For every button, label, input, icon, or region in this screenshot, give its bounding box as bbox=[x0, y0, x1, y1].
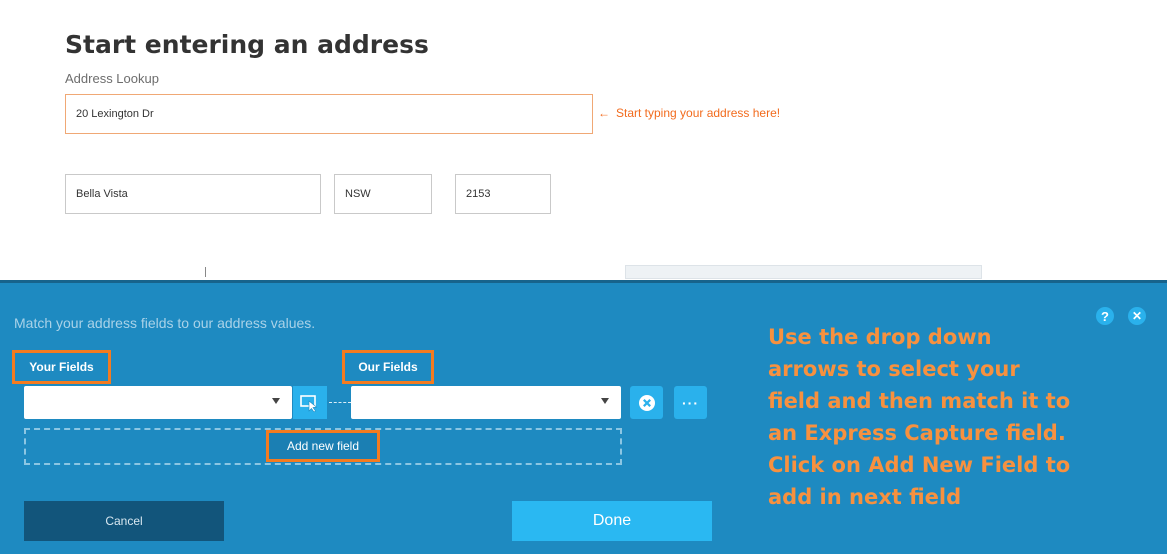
instruction-line: add in next field bbox=[768, 485, 962, 509]
done-button[interactable]: Done bbox=[512, 501, 712, 541]
background-page-strip bbox=[0, 265, 1167, 280]
suburb-value: Bella Vista bbox=[76, 188, 128, 200]
divider bbox=[205, 267, 206, 277]
our-field-select[interactable] bbox=[351, 386, 621, 419]
lookup-hint-text: Start typing your address here! bbox=[616, 106, 781, 120]
state-input[interactable]: NSW bbox=[334, 174, 432, 214]
your-field-select[interactable] bbox=[24, 386, 292, 419]
instruction-line: Use the drop down bbox=[768, 325, 992, 349]
field-picker-icon bbox=[300, 394, 318, 412]
instruction-line: arrows to select your bbox=[768, 357, 1020, 381]
state-value: NSW bbox=[345, 188, 371, 200]
field-picker-button[interactable] bbox=[293, 386, 327, 419]
panel-subtitle: Match your address fields to our address… bbox=[14, 315, 316, 331]
instruction-line: field and then match it to bbox=[768, 389, 1071, 413]
page-title: Start entering an address bbox=[65, 30, 429, 59]
mapping-connector bbox=[329, 402, 351, 403]
left-arrow-icon: ← bbox=[598, 106, 610, 120]
chevron-down-icon[interactable] bbox=[272, 398, 280, 404]
postcode-input[interactable]: 2153 bbox=[455, 174, 551, 214]
remove-mapping-button[interactable] bbox=[630, 386, 663, 419]
instruction-line: an Express Capture field. bbox=[768, 421, 1066, 445]
instruction-line: Click on Add New Field to bbox=[768, 453, 1071, 477]
address-lookup-input[interactable]: 20 Lexington Dr bbox=[65, 94, 593, 134]
field-mapping-panel: Match your address fields to our address… bbox=[0, 280, 1167, 554]
suburb-input[interactable]: Bella Vista bbox=[65, 174, 321, 214]
cancel-button[interactable]: Cancel bbox=[24, 501, 224, 541]
address-lookup-label: Address Lookup bbox=[65, 71, 159, 86]
remove-icon bbox=[638, 394, 655, 411]
instruction-callout: Use the drop down arrows to select your … bbox=[768, 321, 1158, 513]
chevron-down-icon[interactable] bbox=[601, 398, 609, 404]
add-new-field-button[interactable]: Add new field bbox=[266, 430, 380, 462]
background-field bbox=[625, 265, 982, 279]
address-lookup-value: 20 Lexington Dr bbox=[76, 108, 154, 120]
lookup-hint: ← Start typing your address here! bbox=[598, 106, 780, 120]
your-fields-label: Your Fields bbox=[12, 350, 111, 384]
our-fields-label: Our Fields bbox=[342, 350, 434, 384]
more-icon: ··· bbox=[682, 394, 699, 411]
postcode-value: 2153 bbox=[466, 188, 491, 200]
more-options-button[interactable]: ··· bbox=[674, 386, 707, 419]
